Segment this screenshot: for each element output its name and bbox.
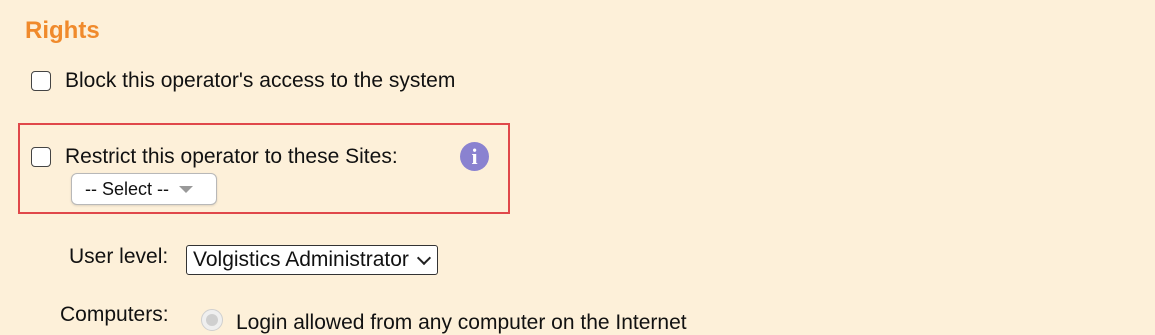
computers-label: Computers:: [60, 303, 169, 326]
user-level-select[interactable]: Volgistics Administrator: [186, 245, 438, 275]
restrict-sites-checkbox[interactable]: [31, 147, 51, 167]
login-any-computer-label: Login allowed from any computer on the I…: [236, 311, 687, 334]
user-level-value: Volgistics Administrator: [193, 248, 409, 271]
info-icon[interactable]: i: [460, 142, 489, 171]
login-any-computer-radio[interactable]: [201, 309, 223, 331]
block-access-row: Block this operator's access to the syst…: [31, 69, 455, 93]
block-access-label: Block this operator's access to the syst…: [65, 69, 456, 92]
section-title: Rights: [25, 17, 100, 44]
block-access-checkbox[interactable]: [31, 71, 51, 91]
caret-down-icon: [179, 185, 194, 193]
user-level-label: User level:: [69, 245, 169, 268]
radio-dot: [206, 314, 218, 326]
chevron-down-icon: [416, 250, 431, 266]
restrict-sites-row: Restrict this operator to these Sites:: [31, 145, 398, 169]
sites-select[interactable]: -- Select --: [71, 173, 217, 205]
sites-select-value: -- Select --: [85, 178, 170, 199]
restrict-sites-label: Restrict this operator to these Sites:: [65, 145, 398, 168]
